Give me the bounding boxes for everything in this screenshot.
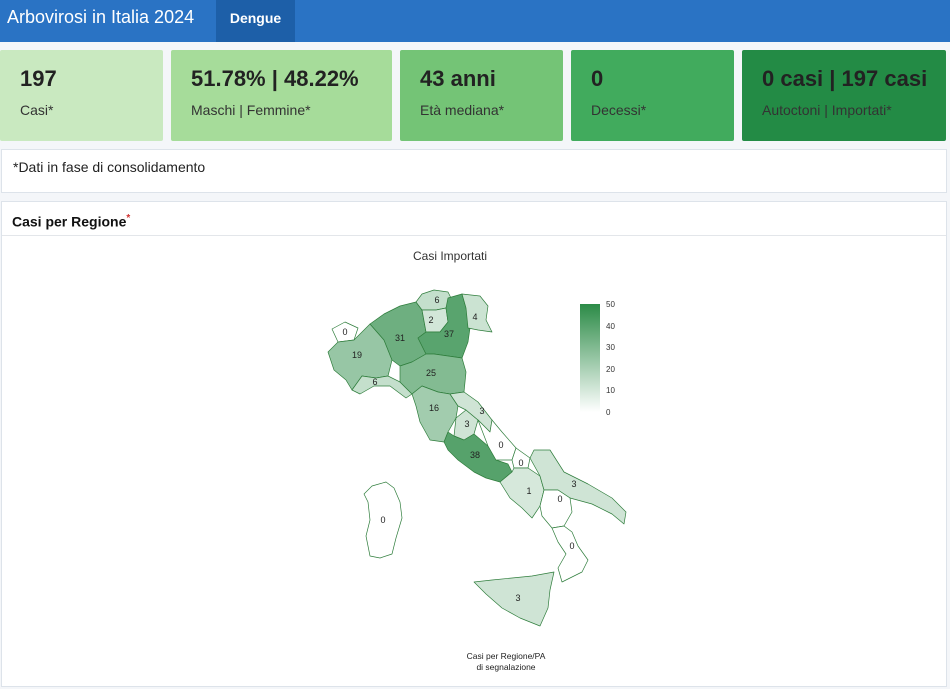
region-label-trento: 2 [428,315,433,325]
legend-tick: 10 [606,386,615,395]
region-label-sardegna: 0 [380,515,385,525]
region-label-umbria: 3 [464,419,469,429]
map-caption-line2: di segnalazione [476,662,535,672]
region-label-veneto: 37 [444,329,454,339]
region-label-valle-d-aosta: 0 [342,327,347,337]
region-calabria[interactable] [551,525,589,583]
value-box-autoctoni-importati: 0 casi | 197 casi Autoctoni | Importati* [742,50,946,141]
region-sicilia[interactable] [473,571,555,627]
region-label-toscana: 16 [429,403,439,413]
value-box-value: 0 [591,66,604,91]
region-label-molise: 0 [518,458,523,468]
legend-tick: 50 [606,300,615,309]
value-box-casi: 197 Casi* [0,50,163,141]
region-label-basilicata: 0 [557,494,562,504]
value-box-value: 0 casi | 197 casi [762,66,928,91]
panel-header: Casi per Regione* [2,202,946,236]
region-label-friuli: 4 [472,312,477,322]
region-label-abruzzo: 0 [498,440,503,450]
value-box-label: Casi* [20,102,54,118]
legend-tick: 40 [606,322,615,331]
value-box-label: Maschi | Femmine* [191,102,311,118]
tab-dengue[interactable]: Dengue [216,0,295,42]
value-box-decessi: 0 Decessi* [571,50,734,141]
app-title: Arbovirosi in Italia 2024 [7,7,195,27]
note-text: *Dati in fase di consolidamento [13,159,206,175]
region-label-liguria: 6 [372,377,377,387]
map-panel: Casi per Regione* Casi Importati 0 19 6 … [1,201,947,687]
panel-title-asterisk: * [126,213,131,224]
value-box-label: Decessi* [591,102,647,118]
value-box-sesso: 51.78% | 48.22% Maschi | Femmine* [171,50,392,141]
legend-tick: 20 [606,365,615,374]
region-label-bolzano: 6 [434,295,439,305]
legend-tick: 0 [606,408,611,417]
value-box-label: Autoctoni | Importati* [762,102,892,118]
region-label-lombardia: 31 [395,333,405,343]
color-legend: 50 40 30 20 10 0 [580,300,615,417]
region-label-lazio: 38 [470,450,480,460]
region-label-sicilia: 3 [515,593,520,603]
region-label-piemonte: 19 [352,350,362,360]
region-label-campania: 1 [526,486,531,496]
region-label-emilia-romagna: 25 [426,368,436,378]
value-box-value: 43 anni [420,66,496,91]
italy-map: Casi Importati 0 19 6 31 6 2 37 4 25 16 … [327,249,627,672]
value-box-value: 51.78% | 48.22% [191,66,359,91]
top-navbar: Arbovirosi in Italia 2024 Dengue [0,0,950,42]
region-label-puglia: 3 [571,479,576,489]
map-title: Casi Importati [413,249,487,263]
region-label-calabria: 0 [569,541,574,551]
panel-title: Casi per Regione* [12,213,131,230]
legend-tick: 30 [606,343,615,352]
value-box-value: 197 [20,66,57,91]
note-box: *Dati in fase di consolidamento [1,149,947,193]
region-label-marche: 3 [479,406,484,416]
value-box-label: Età mediana* [420,102,505,118]
legend-gradient-bar [580,304,600,412]
map-caption-line1: Casi per Regione/PA [467,651,546,661]
value-box-eta: 43 anni Età mediana* [400,50,563,141]
